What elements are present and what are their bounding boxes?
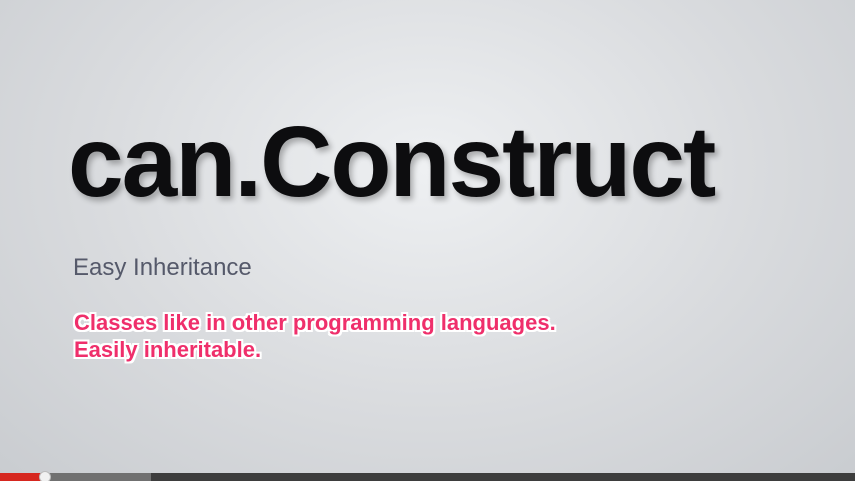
slide-subtitle: Easy Inheritance (73, 254, 252, 281)
slide-title: can.Construct (68, 106, 716, 218)
progress-scrubber-handle[interactable] (39, 471, 52, 481)
caption-line: Easily inheritable. (74, 337, 262, 362)
caption-line: Classes like in other programming langua… (74, 310, 556, 335)
caption-overlay: Classes like in other programming langua… (74, 309, 556, 363)
video-frame[interactable]: can.Construct Easy Inheritance Classes l… (0, 0, 855, 473)
video-progress-bar[interactable] (0, 471, 855, 481)
